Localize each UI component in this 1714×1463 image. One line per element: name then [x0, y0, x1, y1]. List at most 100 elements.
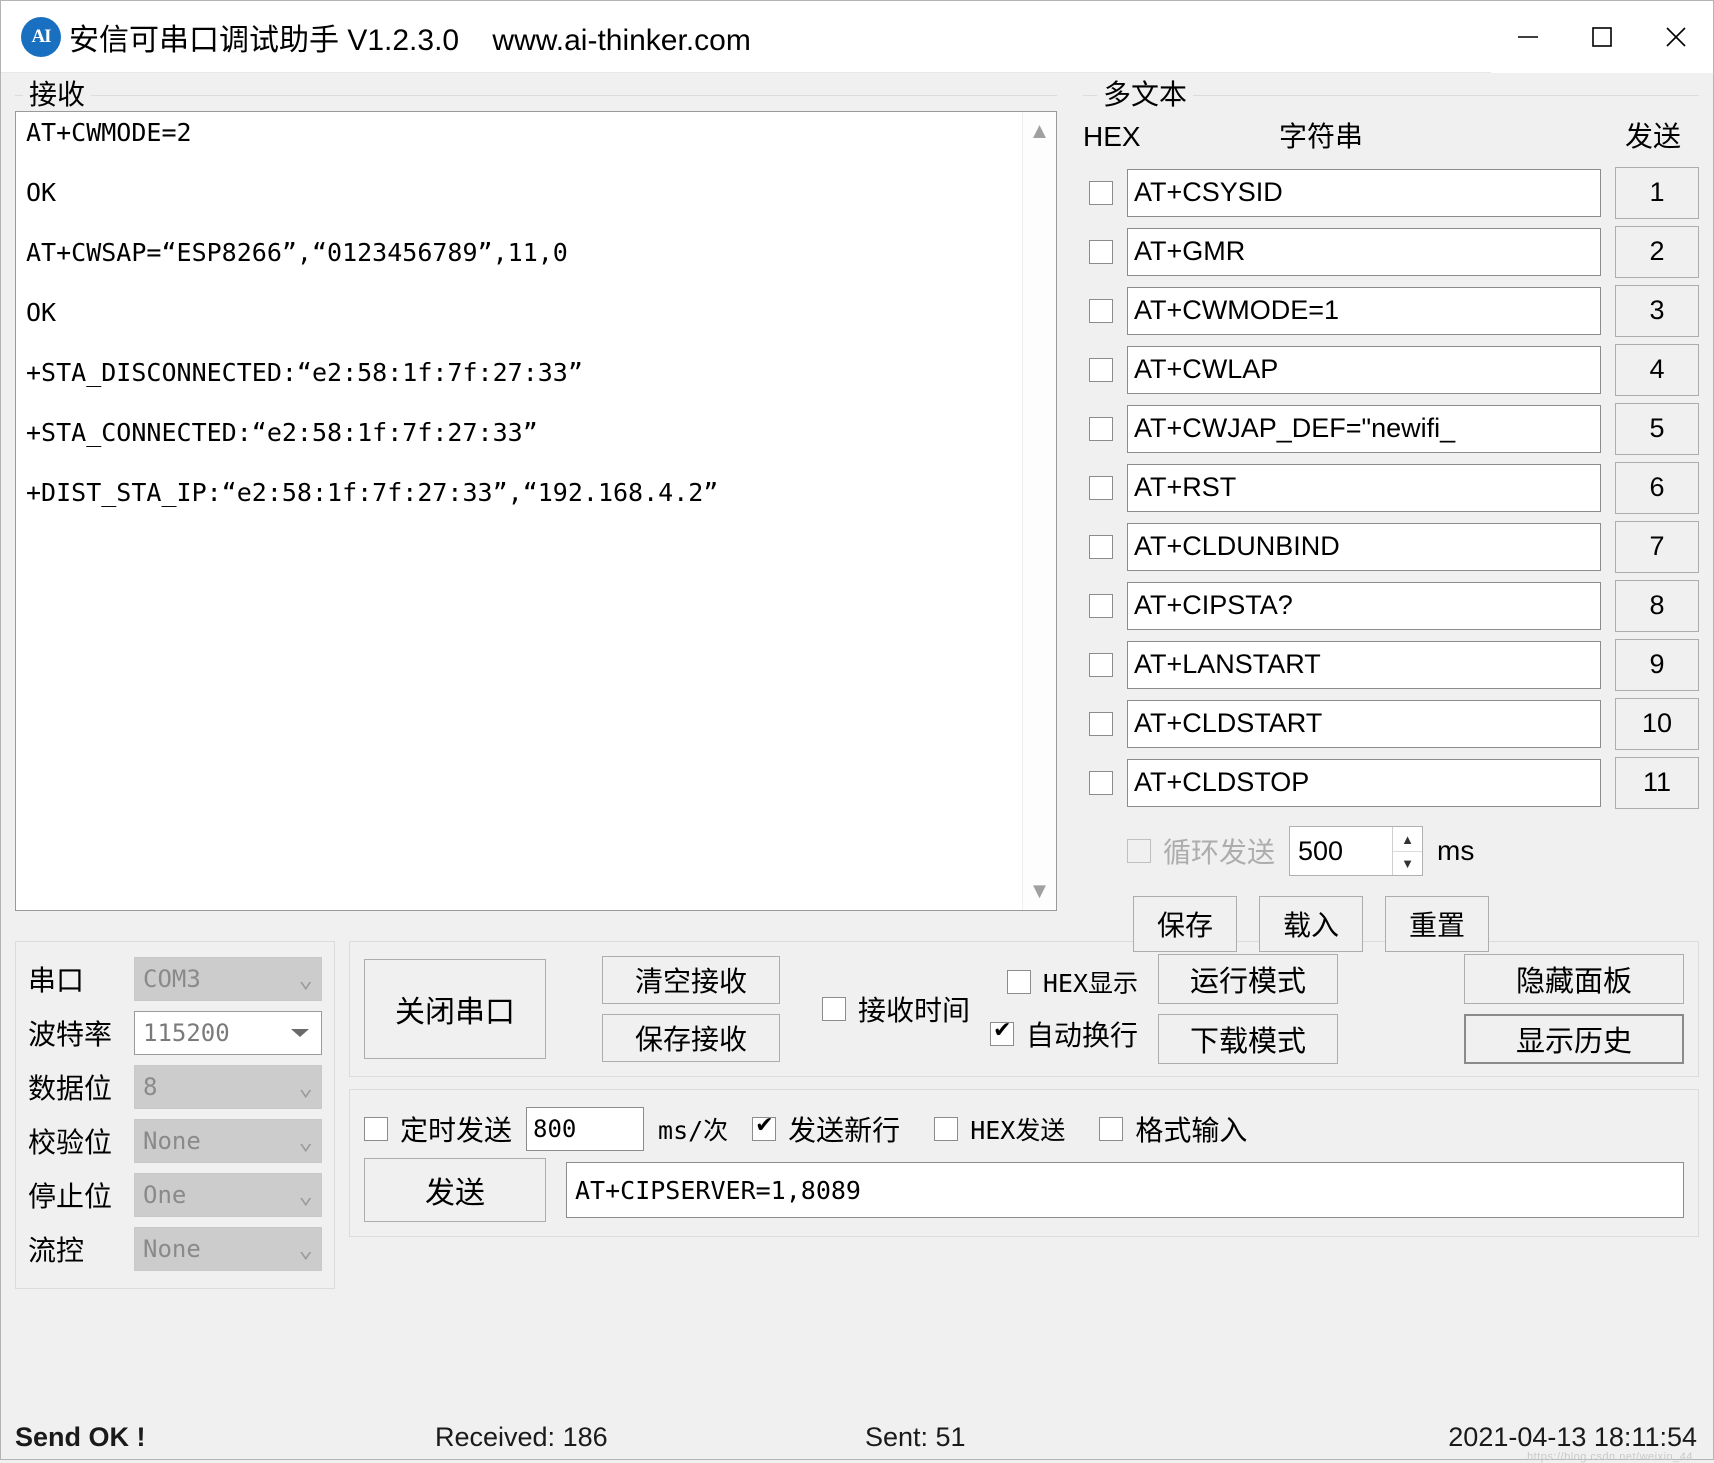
send-newline-checkbox[interactable]	[752, 1113, 777, 1141]
multitext-command-input[interactable]: AT+CWMODE=1	[1127, 286, 1601, 335]
scroll-up-icon[interactable]: ▲	[1029, 120, 1051, 142]
application-window: AI 安信可串口调试助手 V1.2.3.0 www.ai-thinker.com…	[0, 0, 1714, 1463]
window-title: 安信可串口调试助手 V1.2.3.0 www.ai-thinker.com	[69, 23, 751, 57]
multitext-hex-checkbox[interactable]	[1089, 770, 1113, 795]
reset-button[interactable]: 重置	[1385, 896, 1489, 952]
multitext-command-input[interactable]: AT+CLDSTART	[1127, 699, 1601, 748]
multitext-command-input[interactable]: AT+LANSTART	[1127, 640, 1601, 689]
multitext-command-input[interactable]: AT+CSYSID	[1127, 168, 1601, 217]
upper-region: 接收 AT+CWMODE=2 OK AT+CWSAP=“ESP8266”,“01…	[1, 73, 1713, 952]
multitext-send-button[interactable]: 3	[1615, 284, 1699, 337]
scroll-down-icon[interactable]: ▼	[1029, 880, 1051, 902]
multitext-hex-cell	[1075, 239, 1127, 264]
timed-send-option[interactable]: 定时发送	[364, 1109, 512, 1149]
show-history-button[interactable]: 显示历史	[1464, 1014, 1684, 1064]
hide-panel-button[interactable]: 隐藏面板	[1464, 954, 1684, 1004]
serial-setting-select[interactable]: None ⌄	[134, 1119, 322, 1163]
multitext-command-input[interactable]: AT+CIPSTA?	[1127, 581, 1601, 630]
serial-setting-select[interactable]: One ⌄	[134, 1173, 322, 1217]
multitext-send-button[interactable]: 1	[1615, 166, 1699, 219]
chevron-down-icon: ⌄	[298, 1073, 313, 1101]
format-input-option[interactable]: 格式输入	[1099, 1109, 1247, 1149]
receive-scrollbar[interactable]: ▲ ▼	[1022, 112, 1056, 910]
maximize-icon[interactable]	[1565, 1, 1639, 73]
multitext-send-button[interactable]: 5	[1615, 402, 1699, 455]
multitext-command-input[interactable]: AT+CLDSTOP	[1127, 758, 1601, 807]
hex-display-checkbox[interactable]	[1006, 970, 1031, 994]
multitext-row: AT+CLDSTART 10	[1075, 694, 1699, 753]
multitext-command-input[interactable]: AT+RST	[1127, 463, 1601, 512]
chevron-down-icon: ⌄	[298, 1235, 313, 1263]
run-mode-button[interactable]: 运行模式	[1158, 954, 1339, 1004]
multitext-command-input[interactable]: AT+CWLAP	[1127, 345, 1601, 394]
format-input-checkbox[interactable]	[1099, 1117, 1124, 1141]
multitext-hex-checkbox[interactable]	[1089, 711, 1113, 736]
serial-setting-select[interactable]: 8 ⌄	[134, 1065, 322, 1109]
multitext-send-button[interactable]: 10	[1615, 697, 1699, 750]
multitext-send-button[interactable]: 7	[1615, 520, 1699, 573]
multitext-hex-checkbox[interactable]	[1089, 239, 1113, 264]
send-input[interactable]: AT+CIPSERVER=1,8089	[566, 1162, 1684, 1218]
receive-action-buttons: 清空接收 保存接收	[602, 956, 780, 1062]
hex-send-option[interactable]: HEX发送	[934, 1111, 1065, 1147]
multitext-hex-checkbox[interactable]	[1089, 357, 1113, 382]
auto-wrap-checkbox[interactable]	[990, 1018, 1015, 1046]
multitext-command-input[interactable]: AT+CLDUNBIND	[1127, 522, 1601, 571]
loop-send-row: 循环发送 500 ▲ ▼ ms	[1075, 826, 1699, 876]
download-mode-button[interactable]: 下载模式	[1158, 1014, 1339, 1064]
multitext-hex-checkbox[interactable]	[1089, 475, 1113, 500]
multitext-action-buttons: 保存 载入 重置	[1075, 896, 1699, 952]
stepper-buttons[interactable]: ▲ ▼	[1392, 827, 1423, 875]
multitext-hex-checkbox[interactable]	[1089, 534, 1113, 559]
auto-wrap-option[interactable]: 自动换行	[990, 1014, 1138, 1054]
receive-time-checkbox[interactable]	[822, 997, 846, 1021]
serial-setting-label: 校验位	[28, 1127, 113, 1158]
send-newline-option[interactable]: 发送新行	[752, 1109, 900, 1149]
serial-setting-select[interactable]: 115200	[134, 1011, 322, 1055]
multitext-hex-checkbox[interactable]	[1089, 180, 1113, 205]
multitext-header: HEX 字符串 发送	[1075, 115, 1699, 163]
timed-send-label: 定时发送	[400, 1115, 513, 1146]
hex-display-label: HEX显示	[1042, 969, 1139, 998]
serial-setting-value: None	[143, 1235, 201, 1263]
stepper-up-icon[interactable]: ▲	[1393, 827, 1422, 851]
save-button[interactable]: 保存	[1133, 896, 1237, 952]
serial-setting-value: None	[143, 1127, 201, 1155]
close-icon[interactable]	[1639, 1, 1713, 73]
stepper-down-icon[interactable]: ▼	[1393, 851, 1423, 875]
multitext-command-input[interactable]: AT+GMR	[1127, 227, 1601, 276]
send-interval-input[interactable]: 800	[526, 1107, 645, 1151]
multitext-send-button[interactable]: 8	[1615, 579, 1699, 632]
multitext-hex-checkbox[interactable]	[1089, 298, 1113, 323]
loop-send-checkbox[interactable]	[1127, 839, 1151, 863]
load-button[interactable]: 载入	[1259, 896, 1363, 952]
loop-interval-value[interactable]: 500	[1290, 827, 1392, 875]
multitext-send-button[interactable]: 4	[1615, 343, 1699, 396]
receive-time-option[interactable]: 接收时间	[822, 989, 970, 1029]
toggle-port-button[interactable]: 关闭串口	[364, 959, 546, 1059]
serial-setting-select[interactable]: COM3 ⌄	[134, 957, 322, 1001]
multitext-send-button[interactable]: 2	[1615, 225, 1699, 278]
multitext-hex-checkbox[interactable]	[1089, 652, 1113, 677]
clear-receive-button[interactable]: 清空接收	[602, 956, 780, 1004]
save-receive-button[interactable]: 保存接收	[602, 1014, 780, 1062]
serial-setting-select[interactable]: None ⌄	[134, 1227, 322, 1271]
title-bar: AI 安信可串口调试助手 V1.2.3.0 www.ai-thinker.com	[1, 1, 1713, 73]
multitext-hex-checkbox[interactable]	[1089, 593, 1113, 618]
receive-textarea-container[interactable]: AT+CWMODE=2 OK AT+CWSAP=“ESP8266”,“01234…	[15, 111, 1057, 911]
multitext-send-button[interactable]: 9	[1615, 638, 1699, 691]
hex-display-option[interactable]: HEX显示	[1006, 964, 1139, 1000]
loop-interval-stepper[interactable]: 500 ▲ ▼	[1289, 826, 1424, 876]
receive-text[interactable]: AT+CWMODE=2 OK AT+CWSAP=“ESP8266”,“01234…	[16, 112, 1022, 910]
multitext-send-button[interactable]: 11	[1615, 756, 1699, 809]
hex-send-checkbox[interactable]	[934, 1117, 959, 1141]
serial-setting-value: One	[143, 1181, 187, 1209]
multitext-hex-checkbox[interactable]	[1089, 416, 1113, 441]
send-button[interactable]: 发送	[364, 1158, 546, 1222]
minimize-icon[interactable]	[1491, 1, 1565, 73]
multitext-send-button[interactable]: 6	[1615, 461, 1699, 514]
header-string: 字符串	[1279, 121, 1364, 152]
multitext-hex-cell	[1075, 770, 1127, 795]
timed-send-checkbox[interactable]	[364, 1117, 388, 1141]
multitext-command-input[interactable]: AT+CWJAP_DEF="newifi_	[1127, 404, 1601, 453]
